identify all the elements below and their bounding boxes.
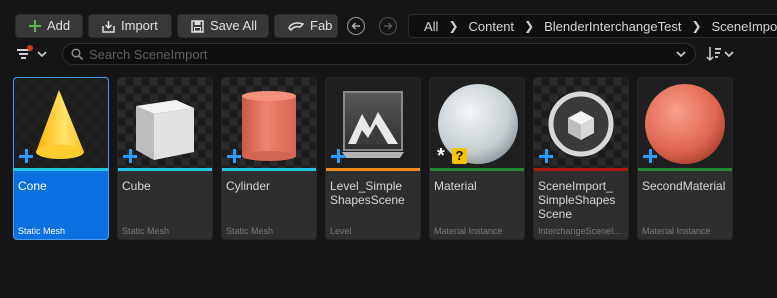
sort-button[interactable]	[706, 45, 736, 63]
filter-button[interactable]	[16, 44, 52, 64]
asset-name: Cylinder	[226, 179, 271, 193]
plus-badge-icon	[643, 149, 657, 163]
asset-tile-cylinder[interactable]: Cylinder Static Mesh	[221, 77, 317, 240]
search-input[interactable]: Search SceneImport	[62, 43, 696, 65]
asset-name: SecondMaterial	[642, 179, 726, 193]
back-button[interactable]	[347, 17, 365, 35]
plus-badge-icon	[19, 149, 33, 163]
add-button[interactable]: Add	[15, 14, 83, 38]
asset-tile-scene-import[interactable]: SceneImport_ SimpleShapes Scene Intercha…	[533, 77, 629, 240]
asset-type: Material Instance	[434, 226, 503, 236]
asset-name: Material	[434, 179, 477, 193]
fab-label: Fab	[310, 18, 333, 33]
sort-icon	[706, 47, 734, 62]
asset-type: Static Mesh	[226, 226, 274, 236]
breadcrumb-item-scene-import[interactable]: SceneImport	[712, 19, 777, 34]
question-badge-icon: ?	[452, 148, 467, 164]
asset-type-strip	[326, 168, 420, 171]
search-icon	[71, 48, 83, 60]
breadcrumb: All ❯ Content ❯ BlenderInterchangeTest ❯…	[408, 14, 777, 38]
save-icon	[191, 19, 204, 33]
asset-type: Static Mesh	[122, 226, 170, 236]
add-label: Add	[47, 18, 71, 33]
chevron-right-icon[interactable]: ❯	[691, 19, 701, 33]
filter-icon	[17, 45, 47, 59]
asset-name: Cone	[18, 179, 47, 193]
chevron-right-icon[interactable]: ❯	[448, 19, 458, 33]
asset-type-strip	[430, 168, 524, 171]
import-label: Import	[121, 18, 158, 33]
import-icon	[102, 20, 115, 33]
plus-badge-icon	[227, 149, 241, 163]
plus-badge-icon	[331, 149, 345, 163]
asset-tile-material[interactable]: * ? Material Material Instance	[429, 77, 525, 240]
breadcrumb-item-all[interactable]: All	[424, 19, 438, 34]
asset-tile-cone[interactable]: Cone Static Mesh	[13, 77, 109, 240]
plus-icon	[29, 20, 41, 32]
plus-badge-icon	[123, 149, 137, 163]
import-button[interactable]: Import	[88, 14, 172, 38]
arrow-left-icon	[351, 22, 360, 30]
asset-name: SceneImport_ SimpleShapes Scene	[538, 179, 616, 221]
asset-type: Static Mesh	[18, 226, 66, 236]
arrow-right-icon	[384, 22, 393, 30]
chevron-right-icon[interactable]: ❯	[524, 19, 534, 33]
asset-type-strip	[14, 168, 108, 171]
save-all-label: Save All	[210, 18, 257, 33]
asset-type: Material Instance	[642, 226, 711, 236]
asset-name: Cube	[122, 179, 151, 193]
asset-tile-cube[interactable]: Cube Static Mesh	[117, 77, 213, 240]
chevron-down-icon[interactable]	[675, 48, 687, 60]
asset-type-strip	[222, 168, 316, 171]
forward-button[interactable]	[379, 17, 397, 35]
asset-type-strip	[534, 168, 628, 171]
fab-button[interactable]: Fab	[274, 14, 338, 38]
modified-star-icon: *	[437, 145, 445, 167]
save-all-button[interactable]: Save All	[177, 14, 269, 38]
fab-icon	[288, 22, 304, 31]
asset-type-strip	[118, 168, 212, 171]
search-placeholder: Search SceneImport	[89, 46, 208, 62]
asset-type: InterchangeSceneI...	[538, 226, 622, 236]
breadcrumb-item-content[interactable]: Content	[469, 19, 515, 34]
asset-type: Level	[330, 226, 352, 236]
asset-tile-second-material[interactable]: SecondMaterial Material Instance	[637, 77, 733, 240]
asset-tile-level[interactable]: Level_Simple ShapesScene Level	[325, 77, 421, 240]
breadcrumb-item-blender-interchange-test[interactable]: BlenderInterchangeTest	[544, 19, 681, 34]
asset-type-strip	[638, 168, 732, 171]
plus-badge-icon	[539, 149, 553, 163]
asset-name: Level_Simple ShapesScene	[330, 179, 405, 207]
content-browser-toolbar: Add Import Save All Fab All ❯ Content ❯ …	[0, 12, 777, 40]
